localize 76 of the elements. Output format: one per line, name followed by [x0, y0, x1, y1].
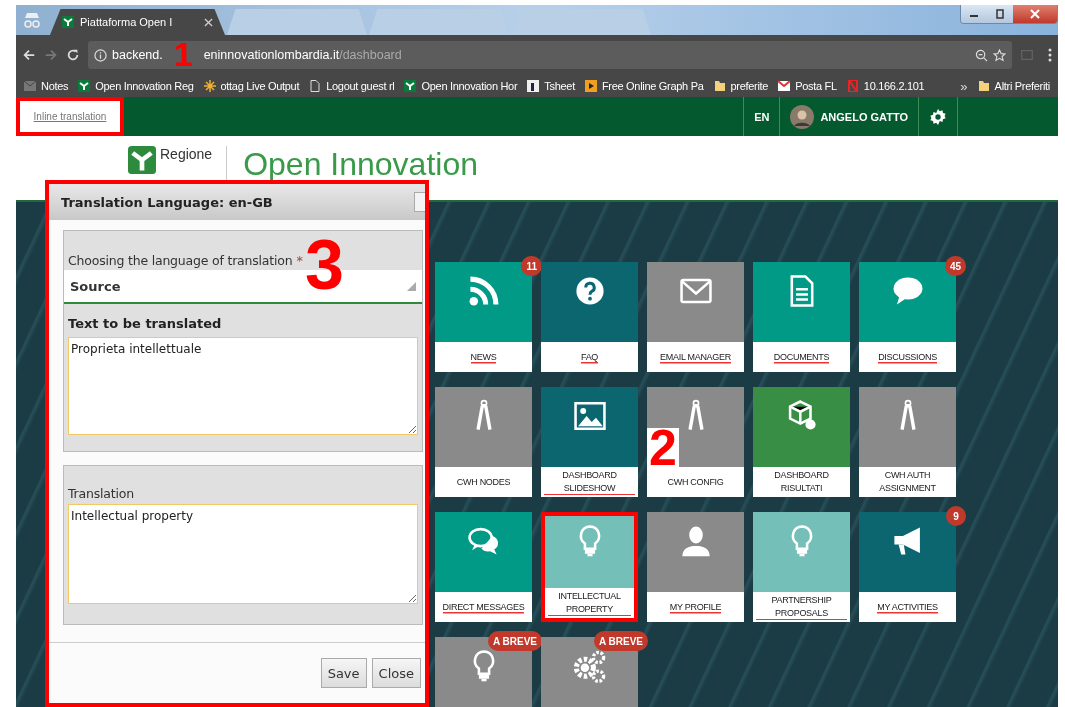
logo-icon: [846, 80, 859, 92]
leaf-logo-icon: [62, 16, 74, 28]
inline-translation-link[interactable]: Inline translation: [33, 111, 107, 122]
translation-text-field[interactable]: Intellectual property: [68, 504, 418, 604]
address-bar[interactable]: backend. 1 eninnovationlombardia.it/dashboard: [88, 41, 1012, 69]
incognito-icon: [22, 12, 42, 28]
settings-button[interactable]: [918, 97, 958, 136]
caret-icon: [407, 281, 416, 291]
field-label: Choosing the language of translation: [68, 253, 293, 268]
minimize-icon[interactable]: [961, 5, 987, 23]
info-icon: [94, 48, 107, 62]
language-button[interactable]: EN: [743, 97, 780, 136]
tile-label: INTELLECTUAL PROPERTY: [548, 590, 631, 616]
page-icon: [309, 80, 322, 92]
bookmark[interactable]: Logout guest rl: [326, 80, 395, 92]
source-text-field[interactable]: Proprieta intellettuale: [68, 337, 418, 435]
url-text: backend.: [112, 48, 163, 62]
count-badge: A BREVE: [593, 631, 648, 651]
bookmark[interactable]: Free Online Graph Pa: [601, 80, 704, 92]
bookmark[interactable]: preferite: [730, 80, 769, 92]
site-title: Open Innovation: [243, 145, 478, 183]
zoom-out-icon[interactable]: [975, 48, 988, 62]
folder-icon: [713, 80, 726, 92]
count-badge: A BREVE: [487, 631, 542, 651]
avatar-icon: [790, 104, 815, 129]
url-text: eninnovationlombardia.it/dashboard: [203, 48, 402, 62]
field-label: Translation: [68, 486, 135, 501]
play-icon: [584, 80, 597, 92]
tile-label: CWH AUTH ASSIGNMENT: [878, 469, 937, 495]
bookmark[interactable]: Posta FL: [795, 80, 837, 92]
star-icon[interactable]: [993, 48, 1006, 62]
browser-tab[interactable]: Piattaforma Open I: [50, 9, 225, 35]
tile-label: CWH CONFIG: [667, 475, 724, 489]
count-badge: 9: [946, 506, 966, 526]
tile-label: DASHBOARD RISULTATI: [773, 469, 830, 495]
count-badge: 11: [521, 256, 542, 276]
required-mark: *: [296, 253, 303, 268]
leaf-logo-icon: [128, 146, 156, 174]
bookmark[interactable]: Open Innovation Reg: [95, 80, 194, 92]
bookmark[interactable]: Notes: [41, 80, 69, 92]
reload-icon[interactable]: [66, 48, 80, 62]
close-button[interactable]: Close: [371, 658, 421, 688]
user-name[interactable]: ANGELO GATTO: [820, 110, 908, 123]
picture-icon: [572, 399, 607, 433]
dashboard-tile[interactable]: INTELLECTUAL PROPERTY: [541, 512, 638, 622]
tile-label: CWH NODES: [456, 475, 511, 489]
bookmark[interactable]: ottag Live Output: [220, 80, 300, 92]
gears-icon: [572, 649, 607, 683]
leaf-logo-icon: [404, 80, 417, 92]
annotation-number: 1: [173, 42, 193, 68]
field-label: Text to be translated: [68, 316, 223, 331]
bookmark[interactable]: Tsheet: [544, 80, 575, 92]
tab-title: Piattaforma Open I: [80, 16, 174, 28]
dialog-title: Translation Language: en-GB: [61, 194, 273, 210]
envelope-icon: [24, 80, 36, 92]
menu-icon[interactable]: [1048, 47, 1052, 63]
save-button[interactable]: Save: [320, 658, 367, 688]
count-badge: 45: [944, 256, 966, 276]
square-logo-icon: [527, 80, 540, 92]
bookmark[interactable]: Altri Preferiti: [994, 80, 1050, 92]
sunburst-icon: [203, 80, 216, 92]
logo-text: Regione: [160, 146, 213, 162]
tile-label: DASHBOARD SLIDESHOW: [544, 469, 635, 495]
annotation-number: 2: [647, 428, 679, 467]
settings-icon: [929, 107, 947, 126]
back-icon[interactable]: [22, 48, 36, 62]
bookmark[interactable]: 10.166.2.101: [863, 80, 925, 92]
close-icon[interactable]: [1013, 5, 1057, 23]
envelope-icon: [778, 80, 791, 92]
restore-icon[interactable]: [987, 5, 1013, 23]
leaf-logo-icon: [78, 80, 91, 92]
tile-label: PARTNERSHIP PROPOSALS: [756, 594, 847, 620]
close-icon[interactable]: [204, 17, 213, 27]
bookmark[interactable]: Open Innovation Hor: [421, 80, 518, 92]
folder-icon: [977, 80, 990, 92]
more-bookmarks[interactable]: »: [960, 78, 968, 94]
